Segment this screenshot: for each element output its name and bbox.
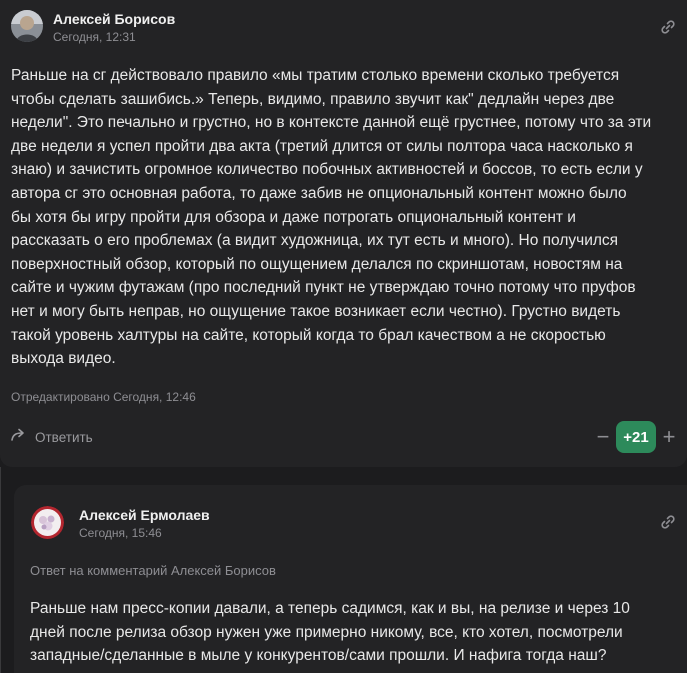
edited-label: Отредактировано Сегодня, 12:46 <box>11 390 196 404</box>
author-avatar[interactable] <box>11 10 43 42</box>
thread-line <box>0 467 1 673</box>
comment-author[interactable]: Алексей Ермолаев <box>79 507 210 523</box>
vote-widget: − +21 + <box>594 421 678 453</box>
reply-label: Ответить <box>35 429 93 445</box>
reply-button[interactable]: Ответить <box>11 426 93 448</box>
reply-arrow-icon <box>11 428 27 447</box>
downvote-button[interactable]: − <box>594 421 612 453</box>
link-icon[interactable] <box>660 514 676 530</box>
comment-author[interactable]: Алексей Борисов <box>53 11 175 27</box>
reply-comment-card: Алексей Ермолаев Сегодня, 15:46 Ответ на… <box>14 485 687 673</box>
reply-to-link[interactable]: Ответ на комментарий Алексей Борисов <box>30 563 276 578</box>
link-icon[interactable] <box>660 19 676 35</box>
comment-text: Раньше нам пресс-копии давали, а теперь … <box>30 600 630 665</box>
vote-score: +21 <box>616 421 656 453</box>
comment-time: Сегодня, 12:31 <box>53 30 136 44</box>
comment-card: Алексей Борисов Сегодня, 12:31 Раньше на… <box>0 0 687 467</box>
comment-time: Сегодня, 15:46 <box>79 526 162 540</box>
comment-text: Раньше на сг действовало правило «мы тра… <box>11 67 652 368</box>
author-avatar[interactable] <box>31 506 64 539</box>
upvote-button[interactable]: + <box>660 421 678 453</box>
